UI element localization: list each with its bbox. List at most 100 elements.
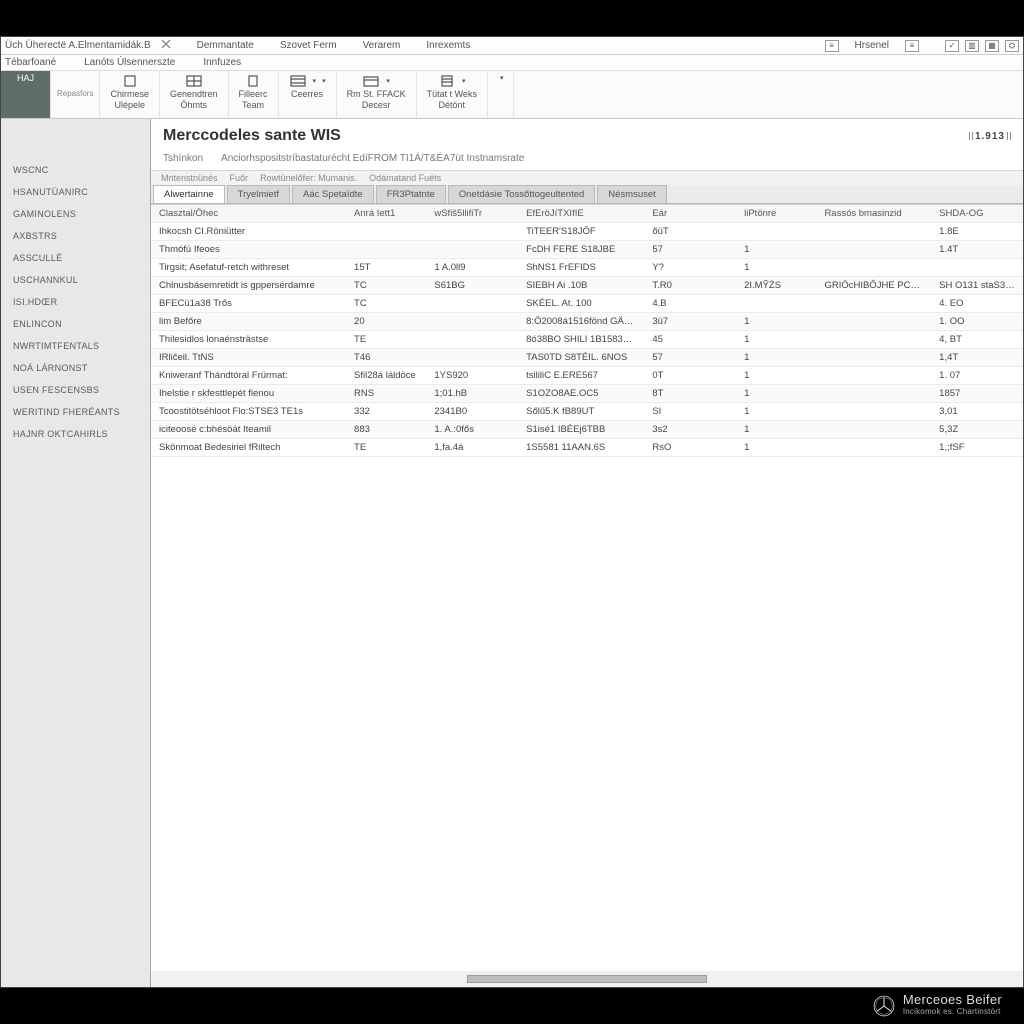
ribbon-tab-1[interactable]: Chirmese Ulépele — [100, 71, 160, 118]
table-row[interactable]: Skönmoat Bedesiriel fRiltechTE1,fa.4á1S5… — [151, 439, 1023, 457]
ribbon-sublabel: Détönt — [439, 101, 466, 110]
close-tab-icon[interactable] — [161, 39, 171, 52]
cell: S61BG — [426, 277, 518, 295]
column-header-6[interactable]: Rassós bmasinzid — [816, 205, 931, 223]
ribbon-overflow[interactable]: ▾ — [488, 71, 515, 118]
column-header-0[interactable]: Clasztal/Öhec — [151, 205, 346, 223]
table-row[interactable]: Chlnusbásemretidt is gppersérdamreTCS61B… — [151, 277, 1023, 295]
tab-4[interactable]: Onetdásie Tossőttogeultented — [448, 185, 596, 203]
cell — [816, 403, 931, 421]
sidebar-item-5[interactable]: Uschannkul — [13, 269, 144, 291]
menu-item-3[interactable]: Verarem — [363, 40, 401, 51]
table-row[interactable]: Tirgsit; Asefatuf-retch withreset15T1 A.… — [151, 259, 1023, 277]
ribbon-label: Rm St. FFACK — [347, 90, 406, 99]
column-header-7[interactable]: SHDA-OG — [931, 205, 1023, 223]
horizontal-scrollbar[interactable] — [151, 971, 1023, 987]
column-header-2[interactable]: wSfiš5llifiTr — [426, 205, 518, 223]
hamburger-icon[interactable]: ≡ — [825, 40, 839, 52]
column-header-4[interactable]: Eár — [644, 205, 736, 223]
sidebar-item-3[interactable]: Axbstrs — [13, 225, 144, 247]
table-row[interactable]: Kniweranf Thándtóral Frürmat:Sfil28á lál… — [151, 367, 1023, 385]
sidebar-item-10[interactable]: Usen fescensbs — [13, 379, 144, 401]
settings-gear-icon[interactable]: ⛭ — [1005, 40, 1019, 52]
sidebar-item-2[interactable]: Gaminolens — [13, 203, 144, 225]
sidebar-item-1[interactable]: Hsanutüanirc — [13, 181, 144, 203]
cell: ShNS1 FrEFIDS — [518, 259, 644, 277]
tab-3[interactable]: FR3Ptatnte — [376, 185, 446, 203]
cell: 5,3Z — [931, 421, 1023, 439]
table-row[interactable]: iciteoosé c:bhésöát Iteamil8831. A.:0fős… — [151, 421, 1023, 439]
table-row[interactable]: Ihelstie r skfesttlepét fienouRNS1;01.hB… — [151, 385, 1023, 403]
ribbon-tab-6[interactable]: ▾ Tütat t Weks Détönt — [417, 71, 488, 118]
column-header-1[interactable]: Anrá Iett1 — [346, 205, 426, 223]
secmenu-0[interactable]: Tébarfoané — [5, 57, 56, 68]
scrollbar-thumb[interactable] — [467, 975, 707, 983]
sidebar: WscncHsanutüanircGaminolensAxbstrsAsscul… — [1, 119, 151, 987]
tab-0[interactable]: Alwertainne — [153, 185, 225, 203]
tab-5[interactable]: Nésmsuset — [597, 185, 667, 203]
secmenu-2[interactable]: Innfuzes — [203, 57, 241, 68]
ribbon-tab-3[interactable]: Filleerc Team — [229, 71, 279, 118]
ribbon-label: HAJ — [17, 74, 34, 83]
tool-icon-3[interactable]: ▦ — [985, 40, 999, 52]
breadcrumb-1[interactable]: Anciorhspositstríbastaturécht EdíFROM TI… — [221, 153, 524, 164]
table-row[interactable]: lim Befőre208:Ö2008á1516fönd GÄH80ÁH.MBR… — [151, 313, 1023, 331]
ribbon-tab-4[interactable]: ▾ ▾ Ceerres — [279, 71, 337, 118]
tool-icon-1[interactable]: ✓ — [945, 40, 959, 52]
sidebar-item-11[interactable]: Weritind Fheréants — [13, 401, 144, 423]
cell — [816, 313, 931, 331]
cell: TiTEER'S18JÖF — [518, 223, 644, 241]
page-nav[interactable]: 1.913 — [969, 131, 1011, 142]
tab-2[interactable]: Aác Spetaïdte — [292, 185, 374, 203]
cell: RNS — [346, 385, 426, 403]
ribbon-tab-home[interactable]: HAJ — [1, 71, 51, 118]
table-row[interactable]: BFECü1a38 TrősTCSKÉEL. At. 1004.B4. EO — [151, 295, 1023, 313]
table-row[interactable]: Thmófú IfeoesFcDH FERE S18JBE5711.4T — [151, 241, 1023, 259]
sidebar-item-7[interactable]: Enlincon — [13, 313, 144, 335]
ribbon-tab-5[interactable]: ▾ Rm St. FFACK Decesr — [337, 71, 417, 118]
table-row[interactable]: Thilesidlos lonaénsträstseTE8ó38BO SHILI… — [151, 331, 1023, 349]
sidebar-item-4[interactable]: Asscullé — [13, 247, 144, 269]
sidebar-item-9[interactable]: Noá lárnonst — [13, 357, 144, 379]
table-row[interactable]: IRličeil. TtNST46TAS0TD S8TÉIL. 6NOS5711… — [151, 349, 1023, 367]
chevron-down-icon[interactable]: ▾ — [322, 77, 326, 85]
brand-name: Merceoes Beifer — [903, 994, 1002, 1006]
tab-1[interactable]: Tryelmietf — [227, 185, 290, 203]
sidebar-item-6[interactable]: Isi.hdœr — [13, 291, 144, 313]
table-row[interactable]: Tcoostitötséhloot Flo:STSE3 TE1s3322341B… — [151, 403, 1023, 421]
subcrumb-2[interactable]: Rowtünelőfer: Mumanis. — [260, 173, 357, 183]
subcrumb-1[interactable]: Fuőr — [230, 173, 249, 183]
column-header-3[interactable]: EfEröJíTXIfIE — [518, 205, 644, 223]
chevron-down-icon[interactable]: ▾ — [386, 77, 390, 85]
column-header-5[interactable]: liPtönre — [736, 205, 816, 223]
tool-icon-2[interactable]: ▥ — [965, 40, 979, 52]
cell — [816, 349, 931, 367]
page-icon — [244, 74, 262, 88]
secmenu-1[interactable]: Lanóts Úlsennerszte — [84, 57, 175, 68]
breadcrumb-0[interactable]: Tshínkon — [163, 153, 203, 164]
list-icon[interactable]: ≡ — [905, 40, 919, 52]
subcrumb-3[interactable]: Odámatand Fuéts — [369, 173, 441, 183]
menu-bar: Üch Üherectë A.Elmentamidák.B Demmantate… — [1, 37, 1023, 55]
menu-item-4[interactable]: Inrexemts — [426, 40, 470, 51]
subcrumb-0[interactable]: Mntenstnünés — [161, 173, 218, 183]
chevron-down-icon[interactable]: ▾ — [462, 77, 466, 85]
search-label[interactable]: Hrsenel — [845, 40, 899, 51]
menu-item-0[interactable]: Üch Üherectë A.Elmentamidák.B — [5, 40, 151, 51]
menu-item-1[interactable]: Demmantate — [197, 40, 254, 51]
ribbon-tab-2[interactable]: Genendtren Öhmts — [160, 71, 229, 118]
cell — [736, 223, 816, 241]
cell — [426, 313, 518, 331]
menu-item-2[interactable]: Szovet Ferm — [280, 40, 337, 51]
menu-bar-secondary: Tébarfoané Lanóts Úlsennerszte Innfuzes — [1, 55, 1023, 71]
cell: 1YS920 — [426, 367, 518, 385]
cell: Thmófú Ifeoes — [151, 241, 346, 259]
table-row[interactable]: Ihkocsh CI.RöniütterTiTEER'S18JÖFőüT1.8E — [151, 223, 1023, 241]
sidebar-item-12[interactable]: Hajnr oktcahirls — [13, 423, 144, 445]
sidebar-item-0[interactable]: Wscnc — [13, 159, 144, 181]
cell: 1. 07 — [931, 367, 1023, 385]
chevron-down-icon[interactable]: ▾ — [313, 77, 317, 85]
cell: 3,01 — [931, 403, 1023, 421]
sidebar-item-8[interactable]: Nwrtimtfentals — [13, 335, 144, 357]
app-window: Üch Üherectë A.Elmentamidák.B Demmantate… — [0, 36, 1024, 988]
